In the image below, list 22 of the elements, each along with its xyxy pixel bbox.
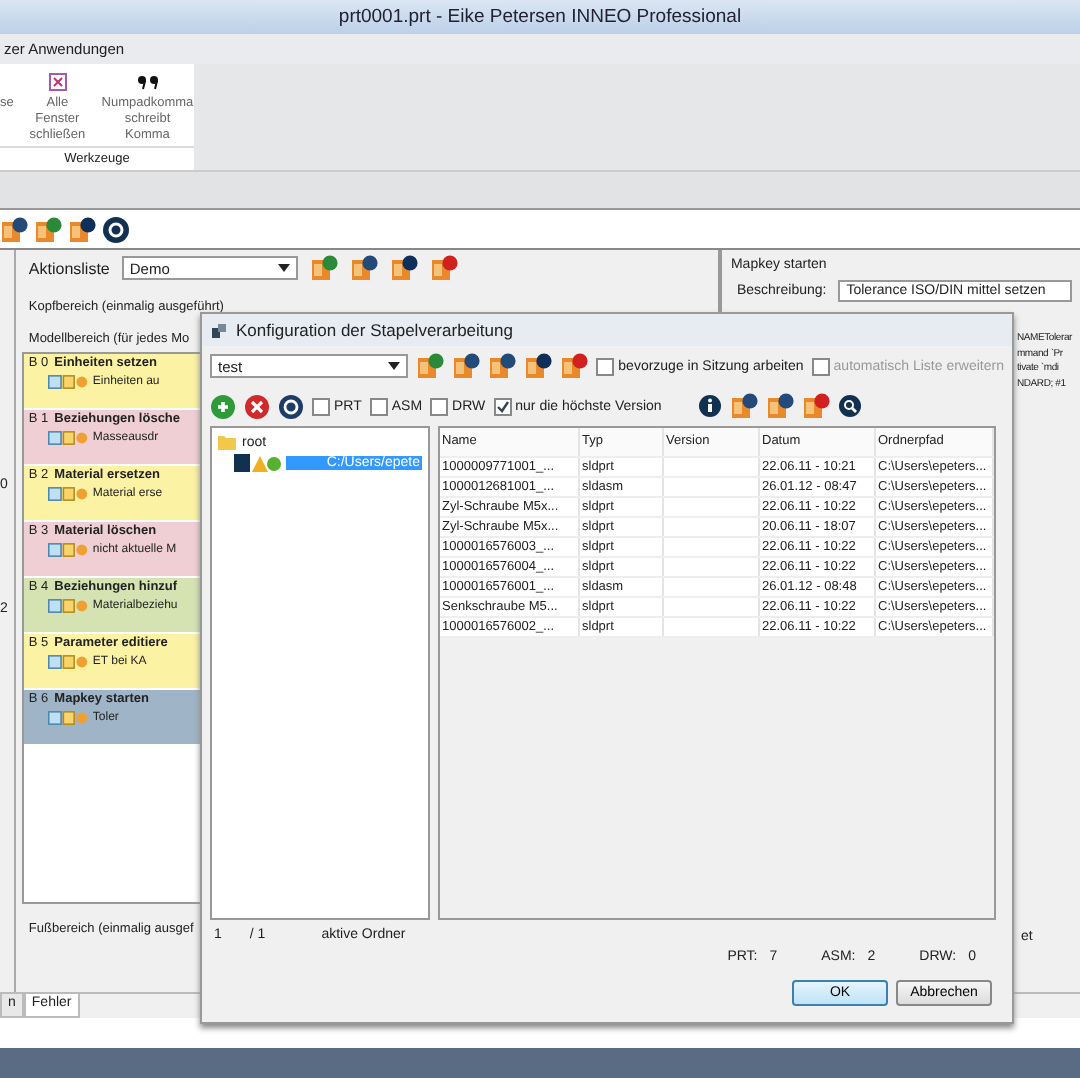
- action-icons-drawing: [48, 430, 89, 446]
- caret-icon: [277, 264, 290, 272]
- action-icons-drawing: [48, 542, 89, 558]
- add-icon[interactable]: [210, 393, 236, 419]
- action-icons-drawing: [48, 374, 89, 390]
- action-icons-drawing: [48, 654, 89, 670]
- window-title: prt0001.prt - Eike Petersen INNEO Professional: [0, 0, 1080, 34]
- checkmark-icon: [495, 399, 510, 413]
- status-icons-drawing: [234, 454, 282, 472]
- search-icon[interactable]: [837, 394, 862, 418]
- dialog-app-icon: [210, 321, 228, 339]
- caret-icon: [388, 362, 401, 370]
- info-icon[interactable]: [697, 394, 722, 418]
- comma-icon: [135, 72, 160, 92]
- action-list-label: Aktionsliste: [28, 259, 110, 277]
- close-window-icon: [47, 72, 68, 92]
- dialog-title: Konfiguration der Stapelverarbeitung: [236, 320, 513, 340]
- action-icons-drawing: [48, 486, 89, 502]
- delete-icon[interactable]: [244, 393, 270, 419]
- action-icons-drawing: [48, 710, 89, 726]
- action-icons-drawing: [48, 598, 89, 614]
- folder-icon: [218, 434, 236, 450]
